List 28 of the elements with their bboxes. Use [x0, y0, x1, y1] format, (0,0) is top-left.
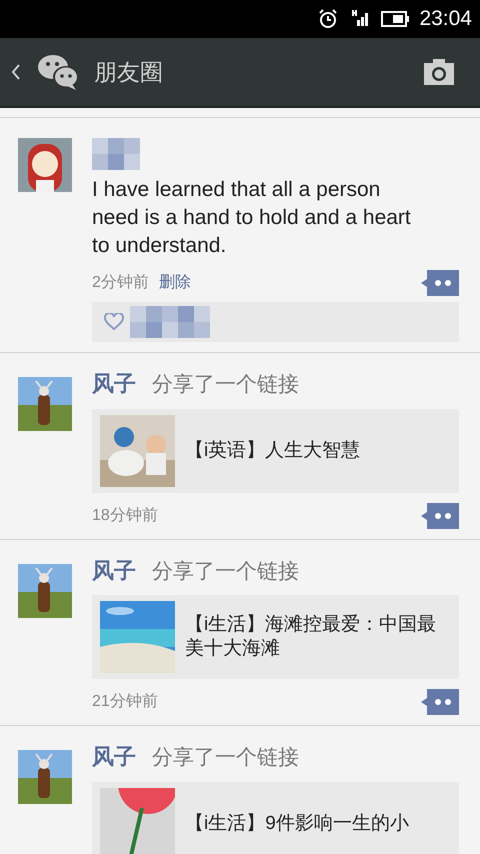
link-card[interactable]: 【i生活】9件影响一生的小: [92, 782, 459, 854]
status-time: 23:04: [419, 6, 472, 32]
post-action: 分享了一个链接: [152, 372, 299, 398]
blurred-name-drawing: [92, 138, 140, 170]
comment-button[interactable]: [421, 689, 459, 715]
delete-link[interactable]: 删除: [158, 271, 191, 295]
link-card[interactable]: 【i英语】人生大智慧: [92, 408, 459, 492]
post-text: I have learned that all a person need is a hand to hold and a heart to understand.: [92, 177, 412, 259]
author-name[interactable]: 风子: [92, 554, 136, 586]
page-title: 朋友圈: [94, 58, 163, 87]
back-icon[interactable]: [10, 62, 22, 82]
author-name[interactable]: 风子: [92, 740, 136, 773]
comment-button[interactable]: [421, 270, 459, 296]
post-action: 分享了一个链接: [152, 745, 299, 771]
post-action: 分享了一个链接: [152, 558, 299, 584]
post-time: 2分钟前: [92, 273, 149, 293]
post-time: 18分钟前: [92, 506, 158, 526]
author-name[interactable]: 风子: [92, 367, 136, 400]
link-title: 【i生活】海滩控最爱：中国最美十大海滩: [185, 613, 438, 661]
alarm-icon: [317, 9, 340, 29]
heart-icon: [104, 313, 124, 331]
link-title: 【i生活】9件影响一生的小: [185, 812, 409, 836]
link-card[interactable]: 【i生活】海滩控最爱：中国最美十大海滩: [92, 595, 459, 679]
comment-button[interactable]: [421, 502, 459, 528]
post-time: 21分钟前: [92, 692, 158, 712]
camera-icon[interactable]: [424, 59, 454, 85]
link-title: 【i英语】人生大智慧: [185, 438, 360, 462]
battery-icon: [381, 11, 410, 27]
